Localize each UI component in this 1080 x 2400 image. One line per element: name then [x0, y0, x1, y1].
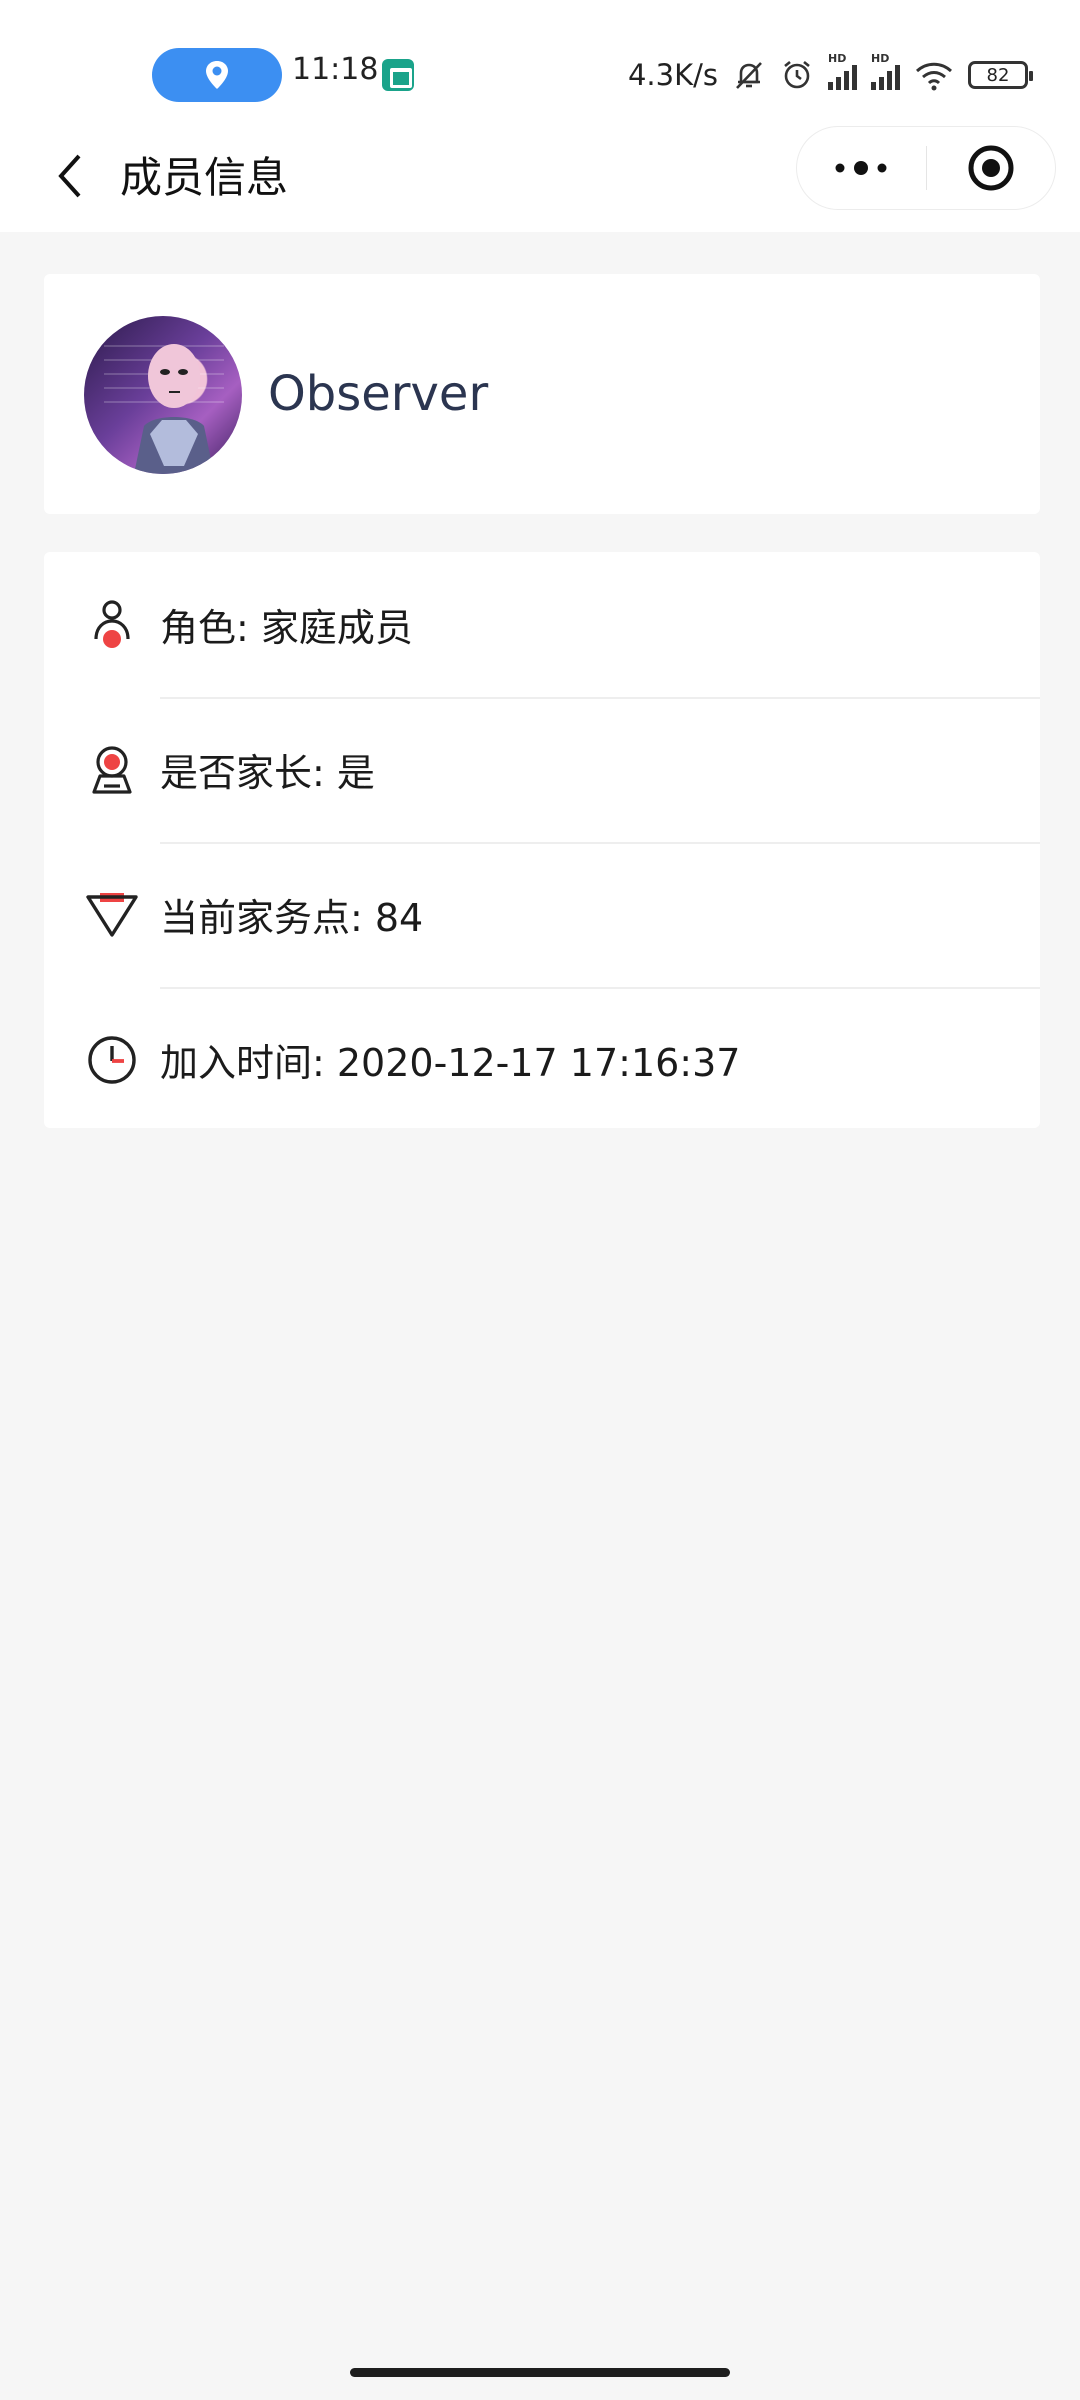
battery-level: 82 — [986, 64, 1010, 86]
back-button[interactable] — [40, 140, 100, 212]
hd-label: HD — [871, 52, 890, 65]
location-pill[interactable] — [152, 48, 282, 102]
role-text: 角色: 家庭成员 — [160, 606, 413, 650]
target-circle-icon — [968, 145, 1014, 191]
screen: 11:18 4.3K/s HD HD 82 成员信息 Observer 角色: … — [0, 0, 1080, 2400]
network-speed: 4.3K/s — [627, 58, 718, 92]
diamond-icon — [86, 892, 138, 937]
profile-name: Observer — [268, 366, 489, 422]
avatar-image — [104, 344, 224, 474]
home-indicator[interactable] — [350, 2368, 730, 2377]
clock-icon — [88, 1035, 136, 1084]
status-bar: 11:18 4.3K/s HD HD 82 — [0, 0, 1080, 120]
page-title: 成员信息 — [120, 153, 289, 202]
signal-icon: HD — [871, 52, 900, 90]
chevron-left-icon — [58, 154, 81, 198]
parent-badge-icon — [92, 745, 132, 794]
status-time: 11:18 — [292, 52, 379, 87]
info-row-role: 角色: 家庭成员 — [44, 552, 1040, 697]
app-notification-icon — [382, 59, 414, 91]
nav-bar: 成员信息 — [0, 120, 1080, 232]
info-row-points: 当前家务点: 84 — [44, 842, 1040, 987]
info-row-parent: 是否家长: 是 — [44, 697, 1040, 842]
status-right-group: 4.3K/s HD HD 82 — [627, 50, 1033, 100]
info-row-join-time: 加入时间: 2020-12-17 17:16:37 — [44, 987, 1040, 1132]
wifi-icon — [915, 62, 953, 91]
more-menu-button[interactable] — [797, 127, 926, 209]
profile-card[interactable]: Observer — [44, 274, 1040, 514]
battery-icon: 82 — [968, 61, 1033, 89]
alarm-icon — [784, 60, 810, 89]
mute-bell-icon — [736, 62, 762, 89]
person-icon — [94, 599, 130, 648]
info-card: 角色: 家庭成员 是否家长: 是 当前家务点: 84 加入时间: 2020-12… — [44, 552, 1040, 1128]
parent-text: 是否家长: 是 — [160, 751, 375, 795]
join-time-text: 加入时间: 2020-12-17 17:16:37 — [160, 1041, 741, 1085]
close-mini-program-button[interactable] — [927, 127, 1056, 209]
hd-label: HD — [828, 52, 847, 65]
signal-icon: HD — [828, 52, 857, 90]
more-dots-icon — [835, 161, 887, 175]
mini-program-capsule — [796, 126, 1056, 210]
location-icon — [206, 61, 228, 89]
avatar — [84, 316, 242, 474]
points-text: 当前家务点: 84 — [160, 896, 424, 940]
